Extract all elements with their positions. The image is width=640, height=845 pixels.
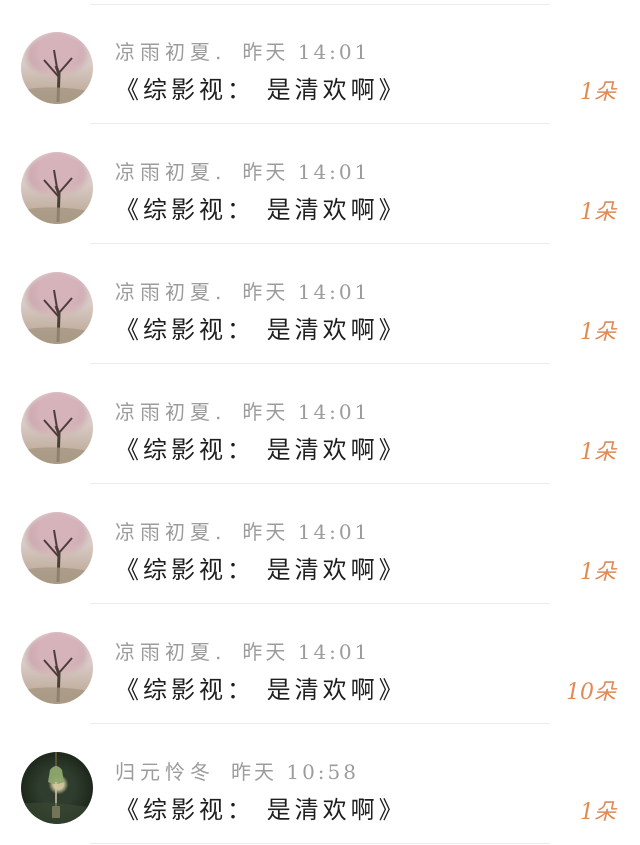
- list-item[interactable]: 凉雨初夏. 昨天 14:01 《综影视： 是清欢啊》 1朵: [0, 4, 640, 124]
- comment-meta: 凉雨初夏. 昨天 14:01: [115, 156, 370, 184]
- tree-avatar-icon: [21, 49, 93, 104]
- user-avatar[interactable]: [21, 392, 93, 464]
- gift-count: 1朵: [580, 560, 616, 585]
- comment-meta: 凉雨初夏. 昨天 14:01: [115, 636, 370, 664]
- gift-count: 1朵: [580, 440, 616, 465]
- timestamp: 昨天 14:01: [242, 280, 371, 304]
- tree-avatar-icon: [21, 169, 93, 224]
- row-divider: [90, 843, 550, 844]
- tree-avatar-icon: [21, 529, 93, 584]
- username[interactable]: 凉雨初夏.: [115, 276, 226, 305]
- gift-count: 10朵: [566, 680, 616, 705]
- comment-meta: 凉雨初夏. 昨天 14:01: [115, 276, 370, 304]
- user-avatar[interactable]: [21, 632, 93, 704]
- work-title[interactable]: 《综影视： 是清欢啊》: [115, 190, 407, 224]
- comment-meta: 凉雨初夏. 昨天 14:01: [115, 396, 370, 424]
- tree-avatar-icon: [21, 289, 93, 344]
- username[interactable]: 凉雨初夏.: [115, 636, 226, 665]
- username[interactable]: 凉雨初夏.: [115, 396, 226, 425]
- work-title[interactable]: 《综影视： 是清欢啊》: [115, 550, 407, 584]
- username[interactable]: 归元怜冬: [115, 756, 215, 785]
- user-avatar[interactable]: [21, 752, 93, 824]
- list-item[interactable]: 凉雨初夏. 昨天 14:01 《综影视： 是清欢啊》 1朵: [0, 124, 640, 244]
- list-item[interactable]: 凉雨初夏. 昨天 14:01 《综影视： 是清欢啊》 1朵: [0, 244, 640, 364]
- tree-avatar-icon: [21, 649, 93, 704]
- user-avatar[interactable]: [21, 152, 93, 224]
- username[interactable]: 凉雨初夏.: [115, 516, 226, 545]
- work-title[interactable]: 《综影视： 是清欢啊》: [115, 790, 407, 824]
- wind-chime-avatar-icon: [21, 752, 93, 824]
- list-item[interactable]: 凉雨初夏. 昨天 14:01 《综影视： 是清欢啊》 1朵: [0, 364, 640, 484]
- user-avatar[interactable]: [21, 272, 93, 344]
- gift-count: 1朵: [580, 320, 616, 345]
- timestamp: 昨天 10:58: [231, 760, 359, 784]
- user-avatar[interactable]: [21, 32, 93, 104]
- comment-meta: 凉雨初夏. 昨天 14:01: [115, 36, 370, 64]
- timestamp: 昨天 14:01: [242, 160, 371, 184]
- work-title[interactable]: 《综影视： 是清欢啊》: [115, 70, 407, 104]
- timestamp: 昨天 14:01: [242, 400, 371, 424]
- work-title[interactable]: 《综影视： 是清欢啊》: [115, 310, 407, 344]
- timestamp: 昨天 14:01: [242, 640, 371, 664]
- list-item[interactable]: 凉雨初夏. 昨天 14:01 《综影视： 是清欢啊》 1朵: [0, 484, 640, 604]
- username[interactable]: 凉雨初夏.: [115, 156, 226, 185]
- tree-avatar-icon: [21, 409, 93, 464]
- comment-meta: 归元怜冬 昨天 10:58: [115, 756, 359, 784]
- gift-count: 1朵: [580, 200, 616, 225]
- gift-count: 1朵: [580, 80, 616, 105]
- work-title[interactable]: 《综影视： 是清欢啊》: [115, 670, 407, 704]
- work-title[interactable]: 《综影视： 是清欢啊》: [115, 430, 407, 464]
- user-avatar[interactable]: [21, 512, 93, 584]
- gift-record-list: 凉雨初夏. 昨天 14:01 《综影视： 是清欢啊》 1朵 凉雨初夏. 昨天 1…: [0, 0, 640, 845]
- timestamp: 昨天 14:01: [242, 40, 371, 64]
- timestamp: 昨天 14:01: [242, 520, 371, 544]
- list-item[interactable]: 归元怜冬 昨天 10:58 《综影视： 是清欢啊》 1朵: [0, 724, 640, 844]
- list-item[interactable]: 凉雨初夏. 昨天 14:01 《综影视： 是清欢啊》 10朵: [0, 604, 640, 724]
- username[interactable]: 凉雨初夏.: [115, 36, 226, 65]
- comment-meta: 凉雨初夏. 昨天 14:01: [115, 516, 370, 544]
- gift-count: 1朵: [580, 800, 616, 825]
